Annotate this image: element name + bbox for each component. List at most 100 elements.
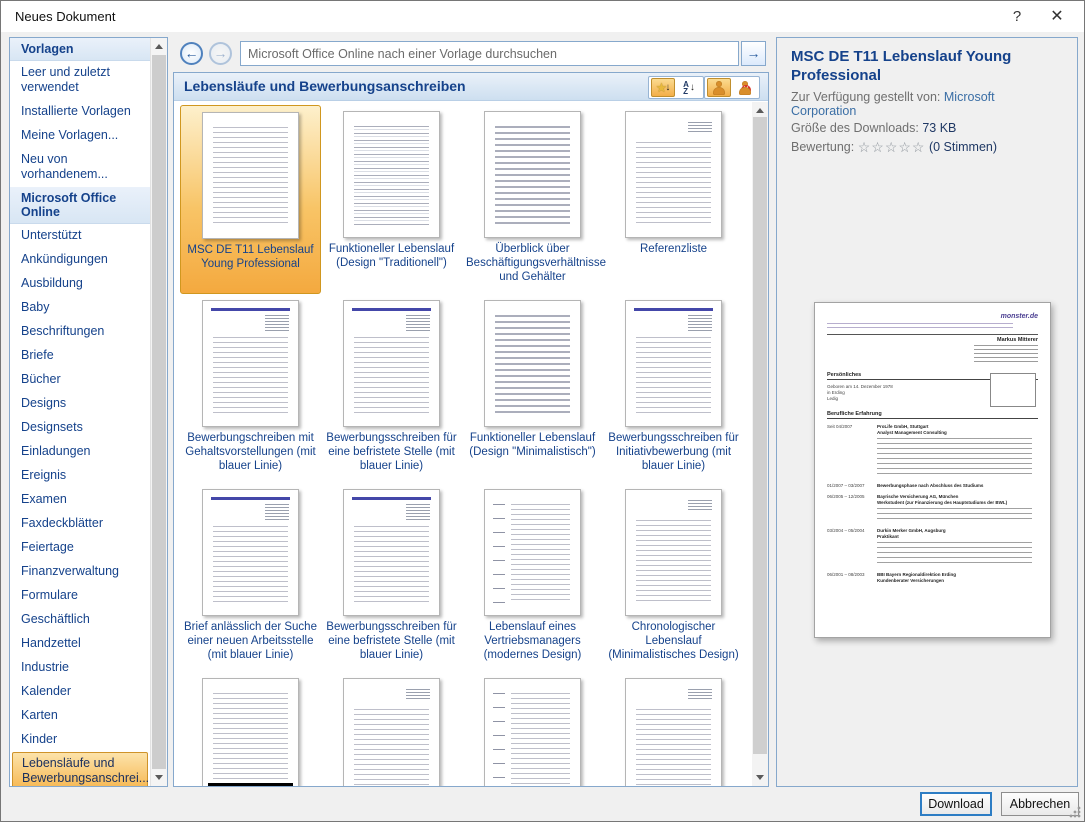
sidebar-item[interactable]: Baby [10,296,150,320]
sidebar-item[interactable]: Ausbildung [10,272,150,296]
preview-experience-row: 03/2004 – 05/2004Durkin Merker GmbH, Aug… [827,528,1038,567]
template-item[interactable] [321,672,462,786]
sidebar-item[interactable]: Installierte Vorlagen [10,100,150,124]
template-thumbnail[interactable] [343,300,440,427]
template-item[interactable]: Brief anlässlich der Suche einer neuen A… [180,483,321,672]
template-thumbnail[interactable] [625,489,722,616]
cancel-button[interactable]: Abbrechen [1001,792,1079,816]
template-item[interactable]: Lebenslauf eines Vertriebsmanagers (mode… [462,483,603,672]
sidebar-item[interactable]: Geschäftlich [10,608,150,632]
close-icon[interactable]: ✕ [1044,5,1070,29]
template-caption: Referenzliste [640,242,707,256]
scroll-down-icon[interactable] [756,775,764,780]
sidebar-item[interactable]: Examen [10,488,150,512]
scroll-down-icon[interactable] [155,775,163,780]
sidebar-item[interactable]: Finanzverwaltung [10,560,150,584]
template-thumbnail[interactable] [343,489,440,616]
thumbnail-content-lines [213,526,288,603]
sidebar-item[interactable]: Formulare [10,584,150,608]
sidebar-item[interactable]: Handzettel [10,632,150,656]
template-thumbnail[interactable] [625,678,722,786]
template-preview: monster.de Markus Mitterer Persönliches … [814,302,1051,638]
sidebar-item[interactable]: Beschriftungen [10,320,150,344]
sort-by-rating-button[interactable]: ★ ↓ [651,78,675,97]
thumbnail-content-lines [354,337,429,414]
community-filter-group: ✕ [704,76,760,99]
sidebar-item[interactable]: Industrie [10,656,150,680]
template-item[interactable] [462,672,603,786]
preview-experience-row: 06/2005 – 12/2005Bayrische Versicherung … [827,494,1038,523]
sidebar-item-selected[interactable]: Lebensläufe und Bewerbungsanschrei... [12,752,148,786]
template-item[interactable]: Überblick über Beschäftigungsverhältniss… [462,105,603,294]
template-thumbnail[interactable] [202,300,299,427]
download-button[interactable]: Download [920,792,992,816]
template-item[interactable] [180,672,321,786]
template-caption: Lebenslauf eines Vertriebsmanagers (mode… [466,620,599,662]
template-item[interactable] [603,672,744,786]
template-item[interactable]: Chronologischer Lebenslauf (Minimalistis… [603,483,744,672]
search-go-button[interactable]: → [741,41,766,66]
template-item[interactable]: Bewerbungsschreiben für eine befristete … [321,483,462,672]
download-size-value: 73 KB [922,121,956,135]
preview-section-experience: Berufliche Erfahrung [827,411,1038,419]
arrow-down-icon: ↓ [690,82,695,93]
template-item-selected[interactable]: MSC DE T11 Lebenslauf Young Professional [180,105,321,294]
template-item[interactable]: Bewerbungsschreiben für eine befristete … [321,294,462,483]
scrollbar-thumb[interactable] [152,55,166,769]
sidebar-item[interactable]: Feiertage [10,536,150,560]
resize-grip[interactable] [1069,806,1081,818]
sidebar-item[interactable]: Einladungen [10,440,150,464]
thumbnail-content-lines [511,693,570,786]
template-thumbnail[interactable] [625,300,722,427]
sidebar-item[interactable]: Ankündigungen [10,248,150,272]
template-thumbnail[interactable] [484,678,581,786]
sidebar-item[interactable]: Kalender [10,680,150,704]
help-icon[interactable]: ? [1004,5,1030,29]
sidebar-item[interactable]: Kinder [10,728,150,752]
template-item[interactable]: Bewerbungschreiben mit Gehaltsvorstellun… [180,294,321,483]
thumbnail-content-lines [495,126,570,225]
sidebar-item[interactable]: Unterstützt [10,224,150,248]
sidebar-scrollbar[interactable] [150,38,167,786]
back-arrow-icon: ← [185,45,199,61]
hide-customer-templates-button[interactable]: ✕ [733,78,757,97]
template-thumbnail[interactable] [625,111,722,238]
remove-x-icon: ✕ [741,85,751,95]
sort-alphabetical-button[interactable]: AZ ↓ [677,78,701,97]
sidebar-item[interactable]: Meine Vorlagen... [10,124,150,148]
template-thumbnail[interactable] [484,300,581,427]
template-item[interactable]: Funktioneller Lebenslauf (Design "Minima… [462,294,603,483]
sidebar-item[interactable]: Designs [10,392,150,416]
sidebar-item[interactable]: Designsets [10,416,150,440]
template-thumbnail[interactable] [202,678,299,786]
template-item[interactable]: Referenzliste [603,105,744,294]
thumbnail-content-lines [495,315,570,414]
scrollbar-thumb[interactable] [753,117,767,754]
template-thumbnail[interactable] [484,489,581,616]
template-gallery-pane: Lebensläufe und Bewerbungsanschreiben ★ … [173,72,769,787]
search-input[interactable] [240,41,739,66]
sidebar-item[interactable]: Faxdeckblätter [10,512,150,536]
download-size-row: Größe des Downloads: 73 KB [791,121,1063,135]
show-customer-templates-button[interactable] [707,78,731,97]
forward-button[interactable]: → [209,42,232,65]
template-thumbnail[interactable] [202,112,299,239]
sidebar-item[interactable]: Bücher [10,368,150,392]
scroll-up-icon[interactable] [155,44,163,49]
scroll-up-icon[interactable] [756,108,764,113]
sidebar-item[interactable]: Neu von vorhandenem... [10,148,150,187]
thumbnail-content-lines [636,337,711,414]
sidebar-item[interactable]: Karten [10,704,150,728]
sidebar-item[interactable]: Briefe [10,344,150,368]
template-item[interactable]: Funktioneller Lebenslauf (Design "Tradit… [321,105,462,294]
template-thumbnail[interactable] [484,111,581,238]
template-item[interactable]: Bewerbungsschreiben für Initiativbewerbu… [603,294,744,483]
gallery-scrollbar[interactable] [752,102,768,786]
preview-experience-row: 06/2001 – 08/2003BBI Bayern Regionaldire… [827,572,1038,584]
sidebar-item[interactable]: Leer und zuletzt verwendet [10,61,150,100]
template-thumbnail[interactable] [343,111,440,238]
back-button[interactable]: ← [180,42,203,65]
template-thumbnail[interactable] [343,678,440,786]
sidebar-item[interactable]: Ereignis [10,464,150,488]
template-thumbnail[interactable] [202,489,299,616]
